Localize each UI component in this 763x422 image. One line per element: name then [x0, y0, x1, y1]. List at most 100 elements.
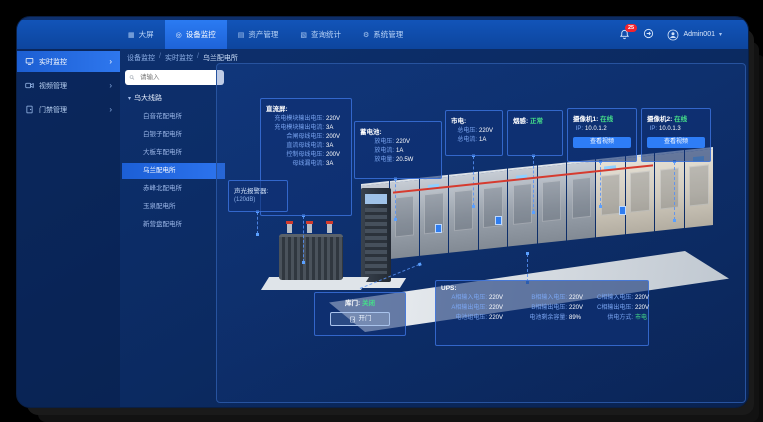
- metric-label: 放电流:: [360, 147, 394, 156]
- tree-item[interactable]: 大板车配电所: [122, 145, 225, 161]
- panel-title: 摄像机1: 在线: [573, 113, 631, 123]
- breadcrumb-item[interactable]: 设备监控: [127, 53, 155, 63]
- chevron-right-icon: ›: [109, 105, 112, 114]
- device-marker: [619, 206, 626, 215]
- cabinet: [655, 150, 683, 231]
- metric-value: 220V: [326, 115, 346, 124]
- tree-item[interactable]: 玉泉配电所: [122, 199, 225, 215]
- metric-label: C相输出电压:: [593, 304, 633, 313]
- transformer-bushing: [327, 224, 332, 233]
- metric-value: 1A: [479, 136, 499, 145]
- metric-label: C相输入电压:: [593, 294, 633, 303]
- tree-item[interactable]: 赤峰北配电所: [122, 181, 225, 197]
- metric-label: 控制母线电压:: [266, 151, 324, 160]
- panel-title: 摄像机2: 在线: [647, 113, 705, 123]
- panel-title-text: 摄像机2:: [647, 116, 672, 123]
- screen-icon: ▦: [128, 31, 135, 39]
- tab-label: 系统管理: [373, 29, 403, 40]
- metric-label: 电池组电压:: [441, 314, 487, 323]
- smoke-sensor-panel: 烟感: 正常: [507, 110, 563, 156]
- device-marker: [495, 216, 502, 225]
- tab-asset-management[interactable]: ▤ 资产管理: [227, 20, 290, 49]
- top-navbar: ▦ 大屏 ◎ 设备监控 ▤ 资产管理 ▧ 查询统计 ⚙ 系统管理: [17, 20, 748, 49]
- tab-device-monitoring[interactable]: ◎ 设备监控: [165, 20, 227, 49]
- tab-dashboard[interactable]: ▦ 大屏: [117, 20, 165, 49]
- battery-panel: 蓄电池: 放电压:220V 放电流:1A 放电量:20.5W: [354, 121, 442, 179]
- breadcrumb-separator: /: [197, 53, 199, 63]
- tree-search-box: [125, 70, 224, 85]
- metric-value: 20.5W: [396, 156, 416, 165]
- transformer-bushing: [307, 224, 312, 233]
- metric-label: 直流母线电流:: [266, 142, 324, 151]
- tab-system-management[interactable]: ⚙ 系统管理: [352, 20, 414, 49]
- panel-title-text: 烟感:: [513, 118, 528, 125]
- metric-label: 电池剩余容量:: [513, 314, 567, 323]
- metric-label: 母线漏电流:: [266, 160, 324, 169]
- connector-line: [257, 212, 258, 234]
- view-video-button[interactable]: 查看视频: [573, 137, 631, 148]
- status-badge: 关闭: [362, 300, 375, 307]
- panel-title-text: 库门:: [345, 300, 360, 307]
- connector-line: [674, 162, 675, 220]
- tree-item[interactable]: 新营盘配电所: [122, 217, 225, 233]
- refresh-button[interactable]: [643, 26, 654, 44]
- sidebar-item-video-management[interactable]: 视频管理 ›: [17, 75, 120, 96]
- left-sidebar: 实时监控 › 视频管理 › 门禁管理 ›: [17, 49, 120, 407]
- metric-value: 220V: [489, 294, 509, 303]
- metric-value: 3A: [326, 124, 346, 133]
- metric-label: B相输入电压:: [513, 294, 567, 303]
- metric-value: 200V: [326, 151, 346, 160]
- transformer-body: [279, 234, 343, 280]
- metric-label: A相输入电压:: [441, 294, 487, 303]
- metric-label: 合闸母线电压:: [266, 133, 324, 142]
- user-menu[interactable]: Admin001 ▾: [667, 29, 722, 41]
- tree-item-selected[interactable]: 乌兰配电所: [122, 163, 225, 179]
- metric-label: 放电压:: [360, 138, 394, 147]
- sidebar-item-label: 视频管理: [39, 81, 67, 91]
- notifications-button[interactable]: 25: [619, 29, 630, 40]
- transformer-illustration: [273, 222, 349, 286]
- status-badge: 在线: [600, 116, 613, 123]
- panel-title: 直流屏:: [266, 103, 346, 113]
- ip-value: 10.0.1.3: [659, 125, 681, 134]
- username: Admin001: [683, 31, 715, 38]
- refresh-icon: [643, 28, 654, 39]
- device-marker: [435, 224, 442, 233]
- sound-light-alarm-panel: 声光报警器: (120dB): [228, 180, 288, 212]
- metric-value: 220V: [489, 304, 509, 313]
- transformer-bushing: [287, 224, 292, 233]
- metric-label: 放电量:: [360, 156, 394, 165]
- search-icon: [129, 74, 135, 81]
- ip-label: IP:: [647, 125, 657, 134]
- ip-label: IP:: [573, 125, 583, 134]
- status-badge: 在线: [674, 116, 687, 123]
- metric-value: 1A: [396, 147, 416, 156]
- navbar-right-cluster: 25 Admin001 ▾: [619, 20, 748, 49]
- search-input[interactable]: [138, 73, 220, 82]
- panel-title-text: 摄像机1:: [573, 116, 598, 123]
- panel-title: 声光报警器:: [234, 185, 282, 195]
- panel-title: 库门: 关闭: [320, 297, 400, 307]
- tab-label: 设备监控: [186, 29, 216, 40]
- tab-label: 查询统计: [311, 29, 341, 40]
- metric-value: 220V: [635, 294, 655, 303]
- tree-item[interactable]: 白音花配电所: [122, 109, 225, 125]
- door-icon: [25, 105, 34, 114]
- chevron-right-icon: ›: [109, 57, 112, 66]
- mains-panel: 市电: 总电压:220V 总电流:1A: [445, 110, 503, 156]
- breadcrumb-item[interactable]: 实时监控: [165, 53, 193, 63]
- connector-line: [533, 156, 534, 212]
- tree-item[interactable]: 白银子配电所: [122, 127, 225, 143]
- alarm-subtitle: (120dB): [234, 197, 282, 203]
- sidebar-item-realtime-monitoring[interactable]: 实时监控 ›: [17, 51, 120, 72]
- tab-query-statistics[interactable]: ▧ 查询统计: [289, 20, 352, 49]
- ups-metrics-grid: A相输入电压:220V B相输入电压:220V C相输入电压:220V A相输出…: [441, 294, 643, 323]
- view-video-button[interactable]: 查看视频: [647, 137, 705, 148]
- sidebar-item-access-control[interactable]: 门禁管理 ›: [17, 99, 120, 120]
- ups-panel: UPS: A相输入电压:220V B相输入电压:220V C相输入电压:220V…: [435, 280, 649, 346]
- notification-badge: 25: [625, 24, 636, 32]
- open-door-button[interactable]: 开门: [330, 312, 390, 326]
- asset-icon: ▤: [238, 31, 245, 39]
- tree-root-node[interactable]: ▾乌大线路: [128, 93, 162, 103]
- breadcrumb: 设备监控 / 实时监控 / 乌兰配电所: [127, 53, 238, 63]
